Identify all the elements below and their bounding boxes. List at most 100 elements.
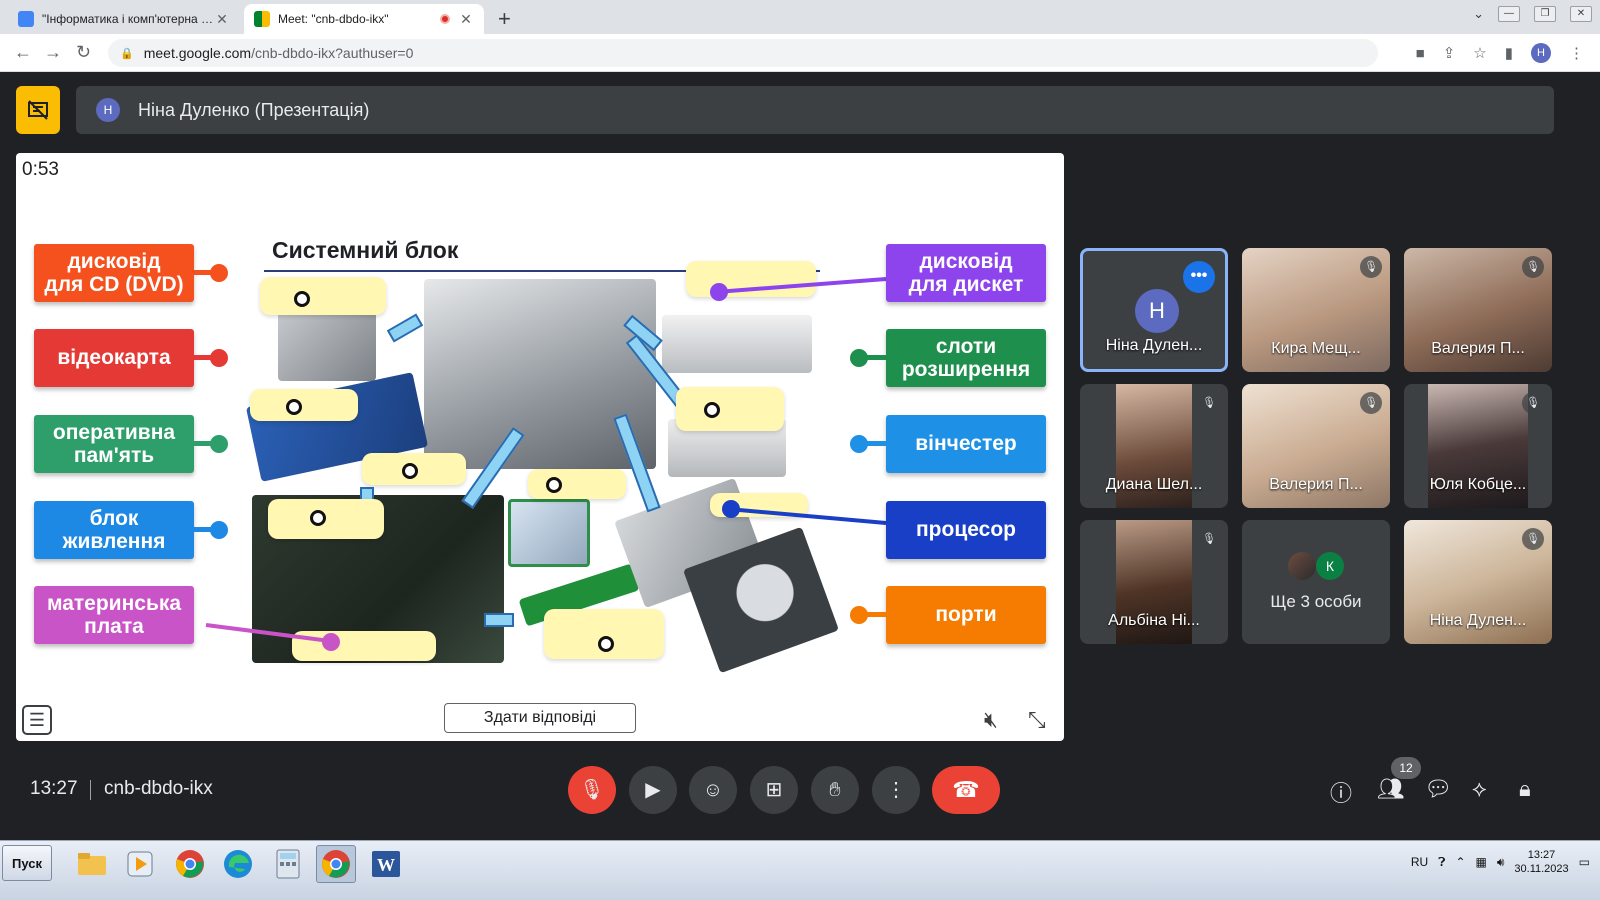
system-tray: RU ❓︎ ⌃ ▦ 🔊︎ 13:27 30.11.2023 ▭: [1401, 841, 1600, 883]
restore-button[interactable]: ❐: [1534, 6, 1556, 22]
share-icon[interactable]: ⇪: [1443, 44, 1456, 62]
tab-informatics[interactable]: "Інформатика і комп'ютерна техні ✕: [8, 4, 240, 34]
new-tab-button[interactable]: +: [498, 6, 511, 32]
connector-knob[interactable]: [722, 500, 740, 518]
connector-knob[interactable]: [210, 435, 228, 453]
leave-call-button[interactable]: ☎︎: [932, 766, 1000, 814]
connector-knob[interactable]: [710, 283, 728, 301]
back-icon[interactable]: ←: [14, 42, 32, 63]
participant-tile-self[interactable]: Н ••• Ніна Дулен...: [1080, 248, 1228, 372]
mic-toggle-button[interactable]: 🎙︎: [568, 766, 616, 814]
label-processor[interactable]: процесор: [886, 501, 1046, 559]
label-expansion-slots[interactable]: слоти розширення: [886, 329, 1046, 387]
bookmark-star-icon[interactable]: ☆: [1473, 44, 1486, 62]
tray-clock[interactable]: 13:27 30.11.2023: [1514, 848, 1568, 876]
network-icon[interactable]: ▦: [1476, 855, 1487, 869]
participant-tile[interactable]: 🎙︎ Альбіна Ні...: [1080, 520, 1228, 644]
label-text: оперативна пам'ять: [52, 420, 176, 467]
tray-time: 13:27: [1527, 849, 1556, 861]
camera-icon[interactable]: ■: [1416, 45, 1425, 62]
present-now-button[interactable]: ⊞: [750, 766, 798, 814]
tray-date: 30.11.2023: [1514, 863, 1569, 875]
tab-search-icon[interactable]: ⌄: [1473, 6, 1484, 22]
calculator-icon[interactable]: [268, 845, 308, 883]
participant-tile[interactable]: 🎙︎ Валерия П...: [1242, 384, 1390, 508]
meeting-clock: 13:27: [30, 778, 78, 799]
tab-meet[interactable]: Meet: "cnb-dbdo-ikx" ✕: [244, 4, 484, 34]
close-icon[interactable]: ✕: [214, 11, 230, 28]
kebab-menu-icon: ⋮: [886, 779, 906, 801]
tray-expand-icon[interactable]: ⌃: [1455, 855, 1465, 869]
forward-icon[interactable]: →: [44, 42, 62, 63]
participant-tile-more[interactable]: К Ще 3 особи: [1242, 520, 1390, 644]
camera-toggle-button[interactable]: ▶: [629, 766, 677, 814]
minimize-button[interactable]: —: [1498, 6, 1520, 22]
label-ports[interactable]: порти: [886, 586, 1046, 644]
label-floppy-drive[interactable]: дисковід для дискет: [886, 244, 1046, 302]
presenter-avatar: Н: [96, 98, 120, 122]
os-taskbar: Пуск W RU ❓︎ ⌃ ▦ 🔊︎ 13:27 30.11.2023 ▭: [0, 840, 1600, 900]
mic-off-icon: 🎙︎: [1522, 392, 1544, 414]
show-desktop-icon[interactable]: ▭: [1579, 855, 1590, 869]
participant-tile[interactable]: 🎙︎ Юля Кобце...: [1404, 384, 1552, 508]
label-motherboard[interactable]: материнська плата: [34, 586, 194, 644]
reactions-button[interactable]: ☺: [689, 766, 737, 814]
edge-icon[interactable]: [218, 845, 258, 883]
exit-fullscreen-icon[interactable]: ⤡: [1028, 707, 1046, 733]
connector-knob[interactable]: [210, 521, 228, 539]
label-text: блок живлення: [62, 506, 166, 553]
start-button[interactable]: Пуск: [2, 845, 52, 881]
label-video-card[interactable]: відеокарта: [34, 329, 194, 387]
meeting-info-icon[interactable]: ⓘ: [1330, 776, 1352, 808]
people-icon[interactable]: 👥︎: [1377, 776, 1405, 802]
lock-icon[interactable]: 🔒: [120, 47, 134, 60]
camera-icon: ▶: [645, 779, 661, 801]
kebab-menu-icon[interactable]: ⋮: [1569, 44, 1584, 62]
connector-knob[interactable]: [850, 435, 868, 453]
connector-knob[interactable]: [850, 349, 868, 367]
chrome-icon[interactable]: [170, 845, 210, 883]
submit-answers-button[interactable]: Здати відповіді: [444, 703, 636, 733]
connector-knob[interactable]: [210, 349, 228, 367]
connector-knob[interactable]: [850, 606, 868, 624]
label-ram[interactable]: оперативна пам'ять: [34, 415, 194, 473]
label-hard-drive[interactable]: вінчестер: [886, 415, 1046, 473]
chat-icon[interactable]: 💬︎: [1424, 776, 1452, 802]
word-icon[interactable]: W: [366, 845, 406, 883]
mute-sound-icon[interactable]: 🔇︎: [984, 707, 998, 733]
address-bar-row: ← → ↻ 🔒 meet.google.com /cnb-dbdo-ikx?au…: [0, 34, 1600, 72]
volume-icon[interactable]: 🔊︎: [1497, 855, 1505, 870]
chrome-active-icon[interactable]: [316, 845, 356, 883]
label-cd-dvd-drive[interactable]: дисковід для CD (DVD): [34, 244, 194, 302]
host-controls-icon[interactable]: 🔒︎: [1519, 776, 1531, 802]
mic-off-icon: 🎙︎: [1522, 528, 1544, 550]
presentation-layout-button[interactable]: [16, 86, 60, 134]
label-text: материнська плата: [46, 591, 182, 638]
url-input[interactable]: 🔒 meet.google.com /cnb-dbdo-ikx?authuser…: [108, 39, 1378, 67]
label-power-supply[interactable]: блок живлення: [34, 501, 194, 559]
close-icon[interactable]: ✕: [458, 11, 474, 28]
participant-tile[interactable]: 🎙︎ Ніна Дулен...: [1404, 520, 1552, 644]
present-screen-icon: ⊞: [765, 779, 783, 801]
side-panel-icon[interactable]: ▮: [1505, 44, 1513, 62]
reload-icon[interactable]: ↻: [76, 42, 91, 63]
more-options-button[interactable]: ⋮: [872, 766, 920, 814]
participant-name: Валерия П...: [1431, 340, 1525, 357]
slide-menu-icon[interactable]: ☰: [22, 705, 52, 735]
participant-tile[interactable]: 🎙︎ Валерия П...: [1404, 248, 1552, 372]
connector-knob[interactable]: [322, 633, 340, 651]
participant-tile[interactable]: 🎙︎ Кира Мещ...: [1242, 248, 1390, 372]
participant-tile[interactable]: 🎙︎ Диана Шел...: [1080, 384, 1228, 508]
raise-hand-button[interactable]: ✋︎: [811, 766, 859, 814]
media-player-icon[interactable]: [120, 845, 160, 883]
profile-avatar[interactable]: H: [1531, 43, 1551, 63]
participant-name: Диана Шел...: [1105, 476, 1203, 493]
svg-text:W: W: [377, 855, 395, 875]
more-options-icon[interactable]: •••: [1183, 261, 1215, 293]
connector-knob[interactable]: [210, 264, 228, 282]
close-window-button[interactable]: ✕: [1570, 6, 1592, 22]
language-indicator[interactable]: RU: [1411, 855, 1428, 869]
help-icon[interactable]: ❓︎: [1438, 855, 1445, 870]
activities-icon[interactable]: ⟡: [1472, 776, 1487, 802]
file-explorer-icon[interactable]: [72, 845, 112, 883]
